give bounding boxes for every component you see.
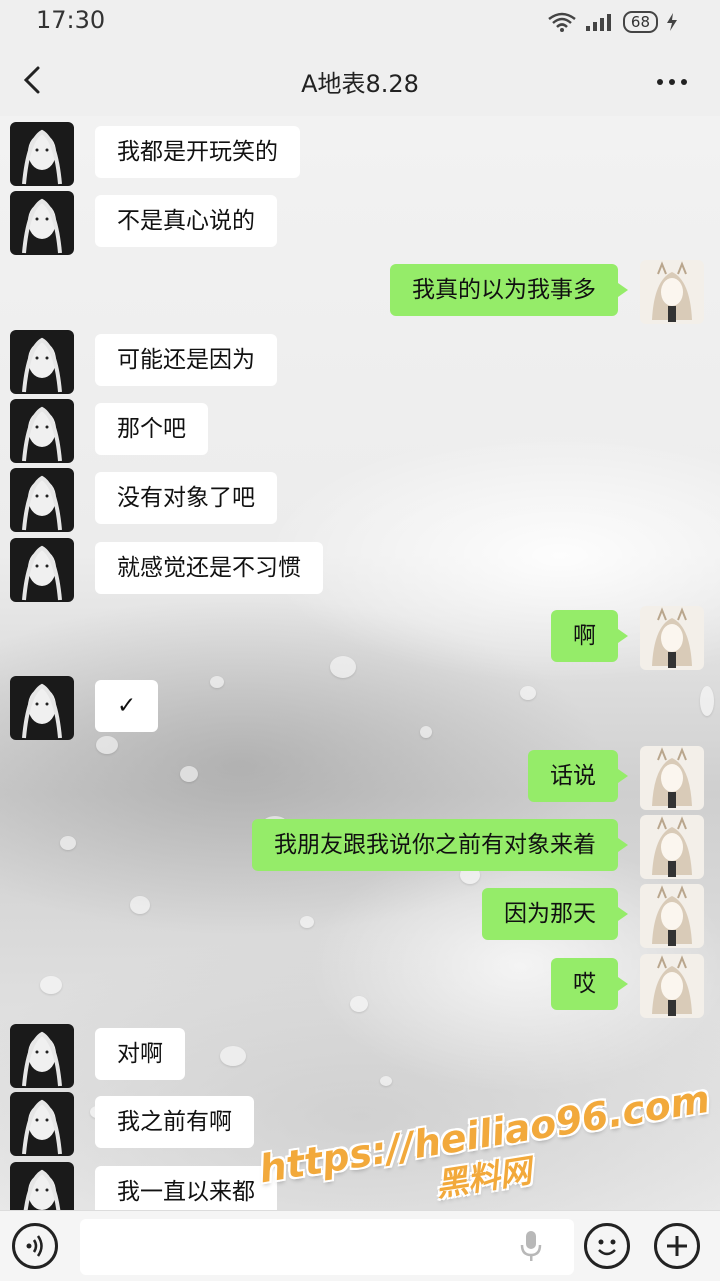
message-bubble: 我都是开玩笑的 — [95, 126, 300, 178]
voice-button[interactable] — [12, 1223, 58, 1269]
message-bubble: 没有对象了吧 — [95, 472, 277, 524]
plus-icon — [667, 1236, 687, 1256]
avatar[interactable] — [640, 884, 704, 948]
message-bubble: 我朋友跟我说你之前有对象来着 — [252, 819, 628, 871]
avatar[interactable] — [640, 815, 704, 879]
avatar[interactable] — [10, 1024, 74, 1088]
message-received: 没有对象了吧 — [0, 468, 720, 532]
chat-header: A地表8.28 — [0, 44, 720, 116]
message-bubble: 我真的以为我事多 — [390, 264, 628, 316]
message-bubble: ✓ — [95, 680, 159, 732]
emoji-button[interactable] — [584, 1223, 630, 1269]
message-input[interactable] — [80, 1219, 574, 1275]
avatar[interactable] — [10, 676, 74, 740]
avatar[interactable] — [10, 468, 74, 532]
more-icon[interactable] — [652, 62, 692, 98]
voice-icon — [26, 1235, 43, 1257]
message-bubble: 话说 — [528, 750, 628, 802]
message-sent: 话说 — [0, 746, 720, 810]
message-bubble: 我一直以来都 — [95, 1166, 277, 1210]
message-bubble: 啊 — [551, 610, 628, 662]
message-received: ✓ — [0, 676, 720, 740]
message-sent: 啊 — [0, 606, 720, 670]
message-bubble: 不是真心说的 — [95, 195, 277, 247]
message-sent: 我朋友跟我说你之前有对象来着 — [0, 815, 720, 879]
message-bubble: 我之前有啊 — [95, 1096, 254, 1148]
message-bubble: 哎 — [551, 958, 628, 1010]
message-received: 就感觉还是不习惯 — [0, 538, 720, 602]
message-received: 那个吧 — [0, 399, 720, 463]
mic-icon[interactable] — [518, 1229, 544, 1263]
message-bubble: 可能还是因为 — [95, 334, 277, 386]
avatar[interactable] — [640, 260, 704, 324]
status-bar: 17:30 68 — [0, 0, 720, 44]
message-received: 可能还是因为 — [0, 330, 720, 394]
message-bubble: 因为那天 — [482, 888, 628, 940]
input-bar — [0, 1210, 720, 1281]
message-bubble: 就感觉还是不习惯 — [95, 542, 323, 594]
message-sent: 哎 — [0, 954, 720, 1018]
chat-messages[interactable]: 我都是开玩笑的 不是真心说的 我真的以为我事多 可能还是因为 那个吧 没有对象了… — [0, 116, 720, 1210]
avatar[interactable] — [640, 606, 704, 670]
avatar[interactable] — [10, 330, 74, 394]
charging-icon — [667, 13, 677, 31]
avatar[interactable] — [640, 954, 704, 1018]
avatar[interactable] — [10, 399, 74, 463]
battery-indicator: 68 — [622, 11, 658, 33]
wifi-icon — [548, 12, 576, 32]
avatar[interactable] — [10, 1162, 74, 1210]
message-received: 对啊 — [0, 1024, 720, 1088]
message-bubble: 那个吧 — [95, 403, 208, 455]
avatar[interactable] — [640, 746, 704, 810]
avatar[interactable] — [10, 122, 74, 186]
status-icons: 68 — [547, 10, 678, 34]
message-sent: 因为那天 — [0, 884, 720, 948]
status-time: 17:30 — [36, 6, 106, 34]
avatar[interactable] — [10, 538, 74, 602]
avatar[interactable] — [10, 1092, 74, 1156]
message-sent: 我真的以为我事多 — [0, 260, 720, 324]
message-bubble: 对啊 — [95, 1028, 185, 1080]
chat-title: A地表8.28 — [301, 70, 419, 98]
avatar[interactable] — [10, 191, 74, 255]
plus-button[interactable] — [654, 1223, 700, 1269]
message-received: 我都是开玩笑的 — [0, 122, 720, 186]
signal-icon — [585, 14, 611, 31]
message-received: 不是真心说的 — [0, 191, 720, 255]
emoji-icon — [598, 1239, 616, 1256]
